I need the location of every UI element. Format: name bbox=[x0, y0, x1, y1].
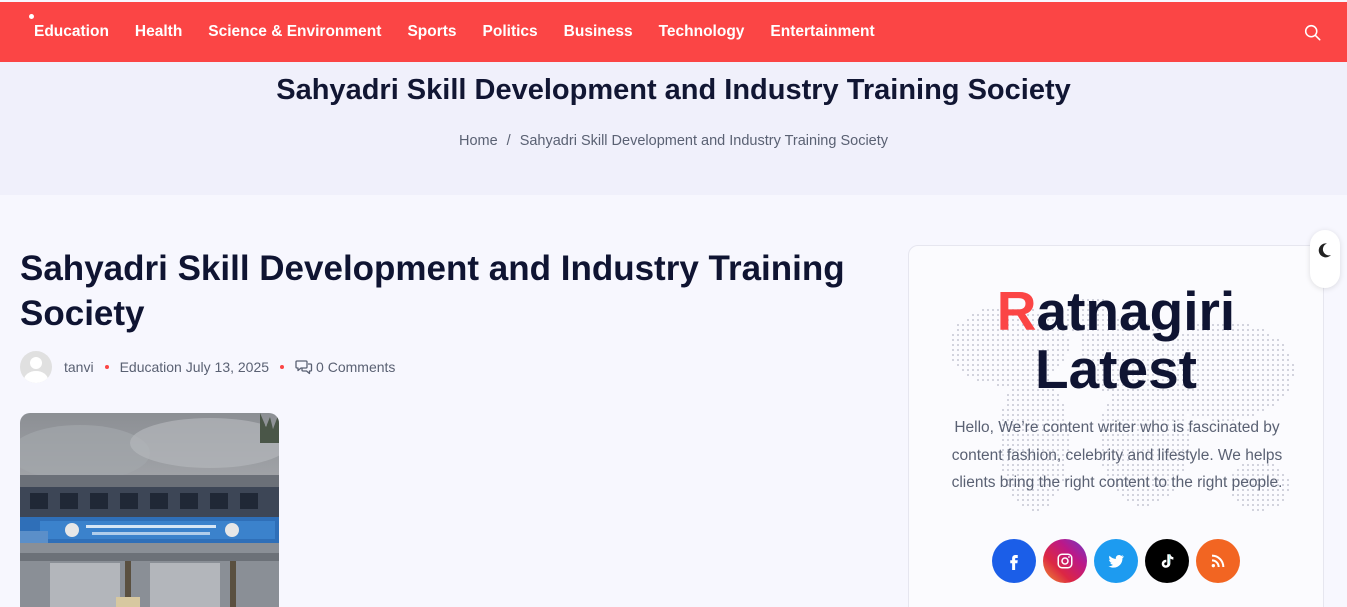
avatar-head-shape bbox=[30, 357, 42, 369]
author-link[interactable]: tanvi bbox=[64, 359, 94, 375]
category-link[interactable]: Education bbox=[120, 359, 182, 375]
nav-item-science-environment[interactable]: Science & Environment bbox=[208, 23, 381, 41]
post-meta: tanvi Education July 13, 2025 0 Comments bbox=[20, 350, 395, 384]
post-title: Sahyadri Skill Development and Industry … bbox=[20, 249, 845, 333]
meta-separator-dot bbox=[104, 365, 109, 369]
top-navigation: Education Health Science & Environment S… bbox=[0, 2, 1347, 62]
comments-count: 0 Comments bbox=[316, 359, 396, 375]
nav-item-education[interactable]: Education bbox=[34, 23, 109, 41]
dark-mode-toggle[interactable] bbox=[1310, 230, 1340, 288]
brand-first-letter: R bbox=[996, 280, 1037, 342]
brand-line2: Latest bbox=[1035, 338, 1197, 400]
rss-icon[interactable] bbox=[1196, 539, 1240, 583]
instagram-icon[interactable] bbox=[1043, 539, 1087, 583]
facebook-icon[interactable] bbox=[992, 539, 1036, 583]
moon-icon bbox=[1318, 243, 1331, 258]
meta-separator-dot bbox=[280, 365, 285, 369]
nav-item-sports[interactable]: Sports bbox=[407, 23, 456, 41]
breadcrumb-separator: / bbox=[506, 133, 511, 149]
featured-image[interactable] bbox=[20, 413, 279, 607]
twitter-icon[interactable] bbox=[1094, 539, 1138, 583]
page-banner: Sahyadri Skill Development and Industry … bbox=[0, 62, 1347, 195]
nav-item-entertainment[interactable]: Entertainment bbox=[770, 23, 874, 41]
nav-item-technology[interactable]: Technology bbox=[659, 23, 745, 41]
avatar-body-shape bbox=[24, 371, 48, 383]
page-title: Sahyadri Skill Development and Industry … bbox=[276, 74, 1071, 106]
search-icon[interactable] bbox=[1304, 24, 1321, 41]
nav-menu: Education Health Science & Environment S… bbox=[34, 2, 901, 62]
author-avatar[interactable] bbox=[20, 351, 52, 383]
post-date: July 13, 2025 bbox=[185, 359, 270, 375]
nav-item-politics[interactable]: Politics bbox=[483, 23, 538, 41]
site-brand[interactable]: Ratnagiri Latest bbox=[909, 282, 1323, 398]
social-links bbox=[992, 539, 1247, 583]
nav-item-health[interactable]: Health bbox=[135, 23, 182, 41]
nav-item-business[interactable]: Business bbox=[564, 23, 633, 41]
comments-icon bbox=[295, 360, 313, 375]
brand-rest: atnagiri bbox=[1036, 280, 1236, 342]
about-text: Hello, We’re content writer who is fasci… bbox=[951, 419, 1283, 491]
breadcrumb-current: Sahyadri Skill Development and Industry … bbox=[519, 133, 889, 149]
building-photo bbox=[20, 413, 279, 607]
about-widget: Ratnagiri Latest Hello, We’re content wr… bbox=[908, 245, 1324, 607]
breadcrumb-home-link[interactable]: Home bbox=[459, 133, 498, 149]
tiktok-icon[interactable] bbox=[1145, 539, 1189, 583]
comments-link[interactable]: 0 Comments bbox=[295, 359, 395, 375]
breadcrumb: Home / Sahyadri Skill Development and Indu… bbox=[0, 133, 1347, 149]
